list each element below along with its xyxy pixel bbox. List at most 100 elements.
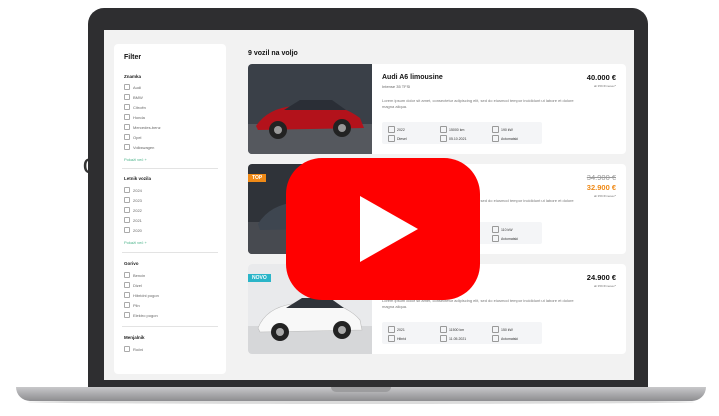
checkbox[interactable]: [124, 84, 130, 90]
checkbox[interactable]: [124, 312, 130, 318]
filter-option[interactable]: Honda: [124, 114, 145, 120]
filter-option-label: 2023: [133, 197, 142, 203]
checkbox[interactable]: [124, 302, 130, 308]
filter-option[interactable]: Bencin: [124, 272, 145, 278]
filter-option-label: Bencin: [133, 272, 146, 278]
filter-option[interactable]: Volkswagen: [124, 144, 154, 150]
filter-group-gearbox: Menjalnik: [124, 335, 145, 340]
results-count-title: 9 vozil na voljo: [248, 50, 298, 57]
top-badge: TOP: [248, 174, 267, 182]
checkbox[interactable]: [124, 144, 130, 150]
checkbox[interactable]: [124, 94, 130, 100]
checkbox[interactable]: [124, 124, 130, 130]
filter-option[interactable]: Citroën: [124, 104, 146, 110]
fuel-icon: [388, 135, 395, 142]
calendar-icon: [388, 126, 395, 133]
spec-value: 05.10.2021: [449, 136, 467, 141]
spec-value: Avtomatski: [501, 336, 519, 341]
filter-group-year: Letnik vozila: [124, 176, 152, 181]
checkbox[interactable]: [124, 227, 130, 233]
divider: [122, 252, 218, 253]
checkbox[interactable]: [124, 346, 130, 352]
car-subtitle: Intense 35 TFSI: [382, 84, 411, 89]
filter-option[interactable]: Audi: [124, 84, 141, 90]
spec-mileage: 15000 km: [440, 126, 464, 133]
spec-year: 2021: [388, 326, 405, 333]
filter-option[interactable]: 2022: [124, 207, 142, 213]
fuel-icon: [388, 335, 395, 342]
spec-gearbox: Avtomatski: [492, 335, 518, 342]
checkbox[interactable]: [124, 187, 130, 193]
checkbox[interactable]: [124, 272, 130, 278]
price-note: ali 359 €/mesec*: [593, 284, 616, 288]
gearbox-icon: [492, 335, 499, 342]
filter-option[interactable]: 2024: [124, 187, 142, 193]
filter-option[interactable]: 2021: [124, 217, 142, 223]
spec-value: Hibrid: [397, 336, 407, 341]
spec-fuel: Hibrid: [388, 335, 406, 342]
spec-value: 110 kW: [501, 227, 513, 232]
filter-option-label: Ročni: [133, 346, 144, 352]
checkbox[interactable]: [124, 217, 130, 223]
filter-option[interactable]: Opel: [124, 134, 141, 140]
filter-option-label: Audi: [133, 84, 142, 90]
car-photo[interactable]: [248, 64, 372, 154]
spec-value: 2022: [397, 127, 405, 132]
new-badge: NOVO: [248, 274, 271, 282]
filter-group-fuel: Gorivo: [124, 261, 139, 266]
checkbox[interactable]: [124, 134, 130, 140]
filter-option[interactable]: BMW: [124, 94, 143, 100]
car-title[interactable]: Audi A6 limousine: [382, 74, 443, 81]
spec-date: 05.10.2021: [440, 135, 467, 142]
show-more-years-link[interactable]: Pokaži več +: [124, 240, 147, 245]
filter-option-label: 2021: [133, 217, 142, 223]
filter-option-label: Honda: [133, 114, 145, 120]
filter-option[interactable]: Dizel: [124, 282, 142, 288]
filter-option[interactable]: Plin: [124, 302, 140, 308]
checkbox[interactable]: [124, 114, 130, 120]
filter-title: Filter: [124, 54, 142, 61]
filter-option[interactable]: Hibridni pogon: [124, 292, 159, 298]
spec-fuel: Diesel: [388, 135, 407, 142]
engine-icon: [492, 126, 499, 133]
filter-option[interactable]: 2023: [124, 197, 142, 203]
filter-option[interactable]: Elektro pogon: [124, 312, 158, 318]
spec-value: 150 kW: [501, 327, 513, 332]
filter-option[interactable]: 2020: [124, 227, 142, 233]
video-play-button[interactable]: [286, 158, 480, 300]
checkbox[interactable]: [124, 207, 130, 213]
gearbox-icon: [492, 235, 499, 242]
calendar-icon: [388, 326, 395, 333]
car-price: 32.900 €: [586, 183, 616, 192]
checkbox[interactable]: [124, 197, 130, 203]
filter-option-label: Mercedes-benz: [133, 124, 161, 130]
gearbox-icon: [492, 135, 499, 142]
car-price: 40.000 €: [586, 73, 616, 82]
calendar-icon: [440, 335, 447, 342]
filter-option[interactable]: Mercedes-benz: [124, 124, 161, 130]
checkbox[interactable]: [124, 282, 130, 288]
calendar-icon: [440, 135, 447, 142]
spec-value: 11500 km: [449, 327, 465, 332]
divider: [122, 168, 218, 169]
spec-value: 190 kW: [501, 127, 513, 132]
car-card[interactable]: Audi A6 limousine Intense 35 TFSI Lorem …: [248, 64, 626, 154]
gauge-icon: [440, 126, 447, 133]
price-note: ali 359 €/mesec*: [593, 194, 616, 198]
filter-option-label: Plin: [133, 302, 140, 308]
spec-year: 2022: [388, 126, 405, 133]
spec-gearbox: Avtomatski: [492, 235, 518, 242]
spec-date: 11.05.2021: [440, 335, 466, 342]
checkbox[interactable]: [124, 104, 130, 110]
filter-option-label: 2022: [133, 207, 142, 213]
filter-option-label: Volkswagen: [133, 144, 155, 150]
show-more-brands-link[interactable]: Pokaži več +: [124, 157, 147, 162]
filter-option[interactable]: Ročni: [124, 346, 143, 352]
car-specs: 2021 11500 km 150 kW Hibrid 11.05.2021 A…: [382, 322, 542, 344]
filter-option-label: 2024: [133, 187, 142, 193]
spec-value: 2021: [397, 327, 405, 332]
laptop-notch: [331, 387, 391, 392]
checkbox[interactable]: [124, 292, 130, 298]
price-note: ali 359 €/mesec*: [593, 84, 616, 88]
spec-value: Avtomatski: [501, 236, 519, 241]
